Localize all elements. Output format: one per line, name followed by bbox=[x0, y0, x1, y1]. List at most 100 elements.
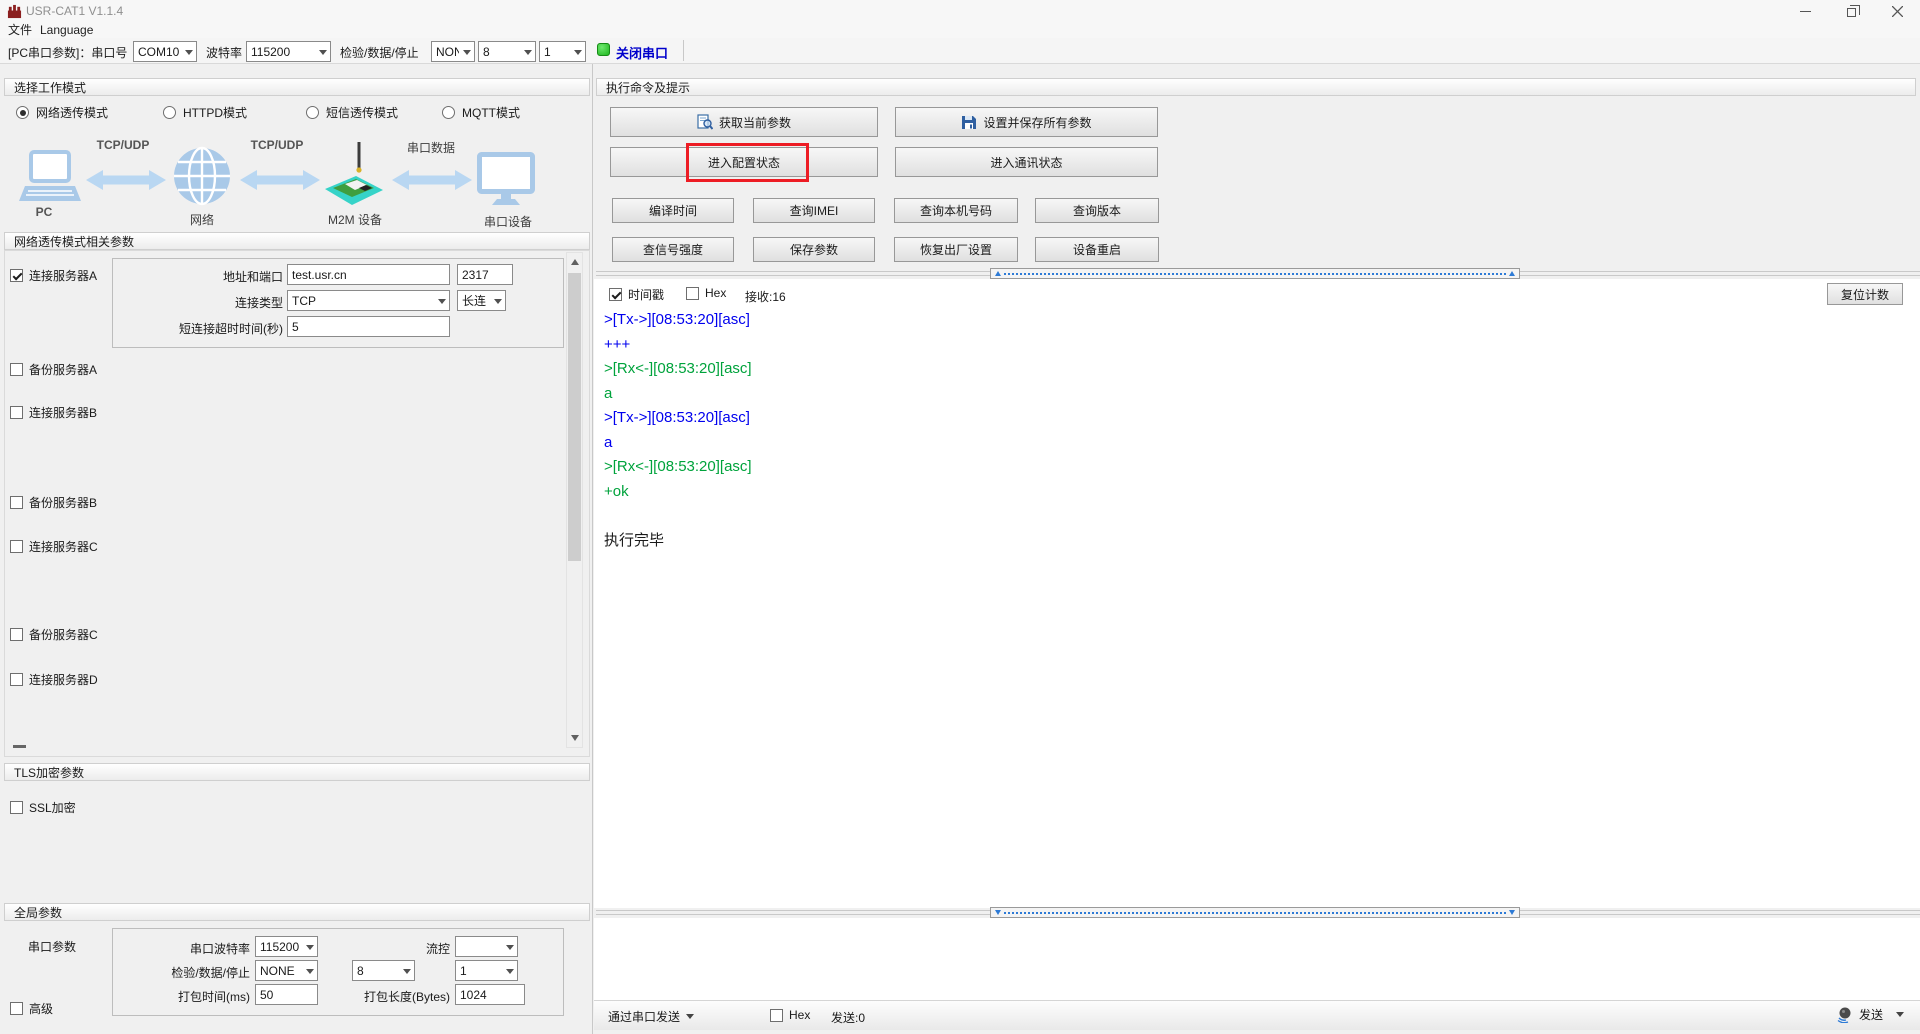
baud-select[interactable]: 115200 bbox=[246, 41, 331, 62]
pack-time-label: 打包时间(ms) bbox=[116, 988, 250, 1005]
server-a-port-input[interactable]: 2317 bbox=[457, 264, 513, 285]
network-globe-icon bbox=[172, 146, 232, 206]
serial-toolbar: [PC串口参数]：串口号 COM10 波特率 115200 检验/数据/停止 N… bbox=[0, 38, 1920, 64]
splitter-arrow-icon bbox=[1509, 271, 1515, 276]
pc-serial-label: [PC串口参数]：串口号 bbox=[8, 44, 127, 61]
g-stop-bits-select[interactable]: 1 bbox=[455, 960, 518, 981]
radio-httpd-mode[interactable]: HTTPD模式 bbox=[163, 104, 247, 121]
backup-server-c-checkbox[interactable]: 备份服务器C bbox=[10, 626, 98, 643]
set-save-params-button[interactable]: 设置并保存所有参数 bbox=[895, 107, 1158, 137]
get-params-button[interactable]: 获取当前参数 bbox=[610, 107, 878, 137]
backup-server-a-checkbox[interactable]: 备份服务器A bbox=[10, 361, 97, 378]
scroll-up-icon[interactable] bbox=[567, 254, 582, 270]
factory-reset-button[interactable]: 恢复出厂设置 bbox=[894, 237, 1018, 262]
radio-sms-mode[interactable]: 短信透传模式 bbox=[306, 104, 398, 121]
radio-net-transparent-mode[interactable]: 网络透传模式 bbox=[16, 104, 108, 121]
minimize-button[interactable] bbox=[1782, 0, 1828, 22]
g-data-bits-select[interactable]: 8 bbox=[352, 960, 415, 981]
work-mode-header: 选择工作模式 bbox=[4, 78, 590, 96]
double-arrow-icon bbox=[86, 168, 166, 192]
g-parity-select[interactable]: NONE bbox=[255, 960, 318, 981]
menu-language[interactable]: Language bbox=[40, 22, 93, 38]
g-flow-select[interactable] bbox=[455, 936, 518, 957]
query-version-button[interactable]: 查询版本 bbox=[1035, 198, 1159, 223]
log-line: a bbox=[604, 382, 1904, 407]
radio-mqtt-mode[interactable]: MQTT模式 bbox=[442, 104, 520, 121]
close-port-button[interactable]: 关闭串口 bbox=[616, 43, 668, 62]
connect-server-b-checkbox[interactable]: 连接服务器B bbox=[10, 404, 97, 421]
send-via-serial-dropdown[interactable]: 通过串口发送 bbox=[608, 1008, 694, 1025]
advanced-checkbox[interactable]: 高级 bbox=[10, 1000, 53, 1017]
checkbox-icon bbox=[686, 287, 699, 300]
diagram-pc-label: PC bbox=[22, 205, 66, 219]
query-signal-button[interactable]: 查信号强度 bbox=[612, 237, 734, 262]
panel-divider bbox=[592, 64, 593, 1034]
query-imei-button[interactable]: 查询IMEI bbox=[753, 198, 875, 223]
com-port-select[interactable]: COM10 bbox=[133, 41, 197, 62]
compile-time-button[interactable]: 编译时间 bbox=[612, 198, 734, 223]
g-parity-label: 检验/数据/停止 bbox=[116, 964, 250, 981]
app-window: USR-CAT1 V1.1.4 文件 Language [PC串口参数]：串口号… bbox=[0, 0, 1920, 1034]
scroll-down-icon[interactable] bbox=[567, 730, 582, 746]
splitter-top-handle[interactable] bbox=[990, 268, 1520, 279]
sent-count-label: 发送:0 bbox=[831, 1009, 865, 1026]
restore-button[interactable] bbox=[1828, 0, 1874, 22]
g-baud-select[interactable]: 115200 bbox=[255, 936, 318, 957]
diagram-network-label: 网络 bbox=[178, 211, 226, 228]
scrollbar-thumb[interactable] bbox=[568, 273, 581, 561]
short-timeout-label: 短连接超时时间(秒) bbox=[116, 320, 283, 337]
hscroll-thumb[interactable] bbox=[13, 745, 26, 748]
log-lines: >[Tx->][08:53:20][asc] +++ >[Rx<-][08:53… bbox=[604, 308, 1904, 553]
stop-bits-select[interactable]: 1 bbox=[539, 41, 586, 62]
connect-server-c-checkbox[interactable]: 连接服务器C bbox=[10, 538, 98, 555]
radio-icon bbox=[306, 106, 319, 119]
pack-len-input[interactable]: 1024 bbox=[455, 984, 525, 1005]
data-bits-select[interactable]: 8 bbox=[478, 41, 536, 62]
left-scrollbar[interactable] bbox=[566, 252, 583, 748]
send-hex-checkbox[interactable]: Hex bbox=[770, 1008, 810, 1022]
server-a-address-input[interactable]: test.usr.cn bbox=[287, 264, 450, 285]
reset-count-button[interactable]: 复位计数 bbox=[1827, 283, 1903, 305]
keep-alive-select[interactable]: 长连 bbox=[457, 290, 506, 311]
log-hex-checkbox[interactable]: Hex bbox=[686, 286, 726, 300]
save-params-button[interactable]: 保存参数 bbox=[753, 237, 875, 262]
query-local-number-button[interactable]: 查询本机号码 bbox=[894, 198, 1018, 223]
diagram-link2-label: TCP/UDP bbox=[244, 138, 310, 152]
send-input-area[interactable] bbox=[594, 918, 1920, 1000]
checkbox-icon bbox=[770, 1009, 783, 1022]
close-button[interactable] bbox=[1874, 0, 1920, 22]
global-params-header: 全局参数 bbox=[4, 903, 590, 921]
chevron-down-icon bbox=[434, 291, 449, 310]
timestamp-checkbox[interactable]: 时间戳 bbox=[609, 286, 664, 303]
chevron-down-icon bbox=[502, 961, 517, 980]
connect-server-d-checkbox[interactable]: 连接服务器D bbox=[10, 671, 98, 688]
pack-time-input[interactable]: 50 bbox=[255, 984, 318, 1005]
chevron-down-icon bbox=[459, 42, 474, 61]
log-line: >[Tx->][08:53:20][asc] bbox=[604, 406, 1904, 431]
parity-select[interactable]: NONI bbox=[431, 41, 475, 62]
chevron-down-icon bbox=[181, 42, 196, 61]
addr-port-label: 地址和端口 bbox=[116, 268, 283, 285]
splitter-bottom-handle[interactable] bbox=[990, 907, 1520, 918]
menu-file[interactable]: 文件 bbox=[8, 22, 32, 38]
chevron-down-icon bbox=[520, 42, 535, 61]
conn-type-select[interactable]: TCP bbox=[287, 290, 450, 311]
checkbox-icon bbox=[10, 628, 23, 641]
checkbox-icon bbox=[10, 540, 23, 553]
send-button[interactable]: 发送 bbox=[1836, 1005, 1904, 1023]
enter-comm-button[interactable]: 进入通讯状态 bbox=[895, 147, 1158, 177]
ssl-checkbox[interactable]: SSL加密 bbox=[10, 799, 76, 816]
net-params-header: 网络透传模式相关参数 bbox=[4, 232, 590, 250]
chevron-down-icon bbox=[1896, 1012, 1904, 1017]
short-timeout-input[interactable]: 5 bbox=[287, 316, 450, 337]
splitter-arrow-icon bbox=[1509, 910, 1515, 915]
log-line: +++ bbox=[604, 333, 1904, 358]
app-icon bbox=[7, 4, 22, 19]
backup-server-b-checkbox[interactable]: 备份服务器B bbox=[10, 494, 97, 511]
diagram-m2m-label: M2M 设备 bbox=[322, 211, 388, 228]
connect-server-a-checkbox[interactable]: 连接服务器A bbox=[10, 267, 97, 284]
command-panel-header: 执行命令及提示 bbox=[596, 78, 1916, 96]
radio-icon bbox=[442, 106, 455, 119]
device-restart-button[interactable]: 设备重启 bbox=[1035, 237, 1159, 262]
log-line: >[Tx->][08:53:20][asc] bbox=[604, 308, 1904, 333]
